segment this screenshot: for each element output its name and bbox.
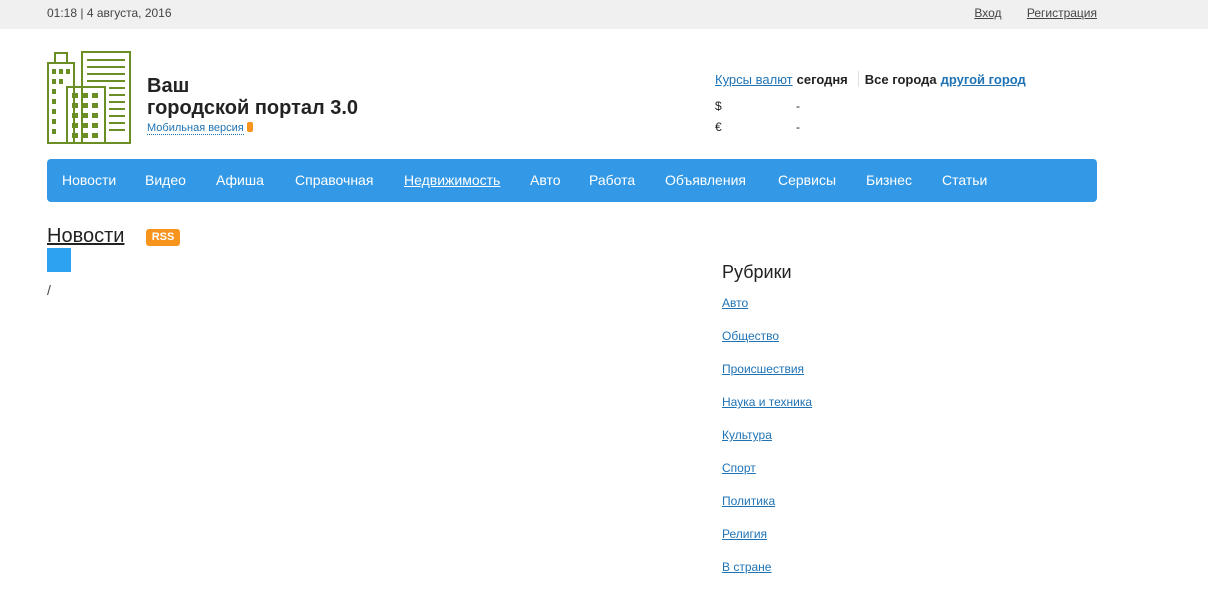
- eur-value: -: [796, 120, 800, 134]
- rss-badge[interactable]: RSS: [146, 229, 180, 246]
- rates-header: Курсы валют сегодня Все города другой город: [715, 71, 1115, 87]
- site-title-line2: городской портал 3.0: [147, 97, 359, 119]
- rates-today-label: сегодня: [796, 72, 848, 87]
- login-link[interactable]: Вход: [974, 6, 1001, 20]
- nav-item-video[interactable]: Видео: [145, 172, 186, 188]
- rubric-link-incidents[interactable]: Происшествия: [722, 362, 804, 376]
- current-datetime: 01:18 | 4 августа, 2016: [47, 6, 172, 20]
- mobile-version-link[interactable]: Мобильная версия: [147, 122, 244, 135]
- rubric-link-sport[interactable]: Спорт: [722, 461, 756, 475]
- main-nav: Новости Видео Афиша Справочная Недвижимо…: [47, 159, 1097, 202]
- rubric-link-religion[interactable]: Религия: [722, 527, 767, 541]
- rubric-link-politics[interactable]: Политика: [722, 494, 775, 508]
- nav-item-jobs[interactable]: Работа: [589, 172, 635, 188]
- rubric-link-culture[interactable]: Культура: [722, 428, 772, 442]
- rubric-link-science[interactable]: Наука и техника: [722, 395, 812, 409]
- top-bar: 01:18 | 4 августа, 2016 Вход Регистрация: [0, 0, 1208, 29]
- news-flag-icon: [47, 248, 71, 272]
- breadcrumb-separator: /: [47, 282, 51, 298]
- rubrics-sidebar: Рубрики Авто Общество Происшествия Наука…: [722, 262, 812, 574]
- news-heading-link[interactable]: Новости: [47, 225, 124, 248]
- nav-item-realty[interactable]: Недвижимость: [404, 172, 500, 188]
- nav-item-news[interactable]: Новости: [62, 172, 116, 188]
- all-cities-label: Все города: [864, 72, 937, 87]
- mobile-version: Мобильная версия: [147, 122, 253, 135]
- currency-rates: Курсы валют сегодня Все города другой город…: [715, 71, 1115, 134]
- usd-symbol: $: [715, 99, 722, 113]
- other-city-link[interactable]: другой город: [941, 72, 1026, 87]
- rubric-link-auto[interactable]: Авто: [722, 296, 748, 310]
- city-buildings-icon[interactable]: [47, 49, 133, 145]
- nav-item-auto[interactable]: Авто: [530, 172, 561, 188]
- rubrics-title: Рубрики: [722, 262, 792, 282]
- site-title[interactable]: Ваш городской портал 3.0: [147, 75, 358, 119]
- auth-links: Вход Регистрация: [952, 6, 1097, 20]
- eur-rate-row: € -: [715, 120, 800, 134]
- currency-rates-link[interactable]: Курсы валют: [715, 72, 793, 87]
- nav-item-afisha[interactable]: Афиша: [216, 172, 264, 188]
- divider: [857, 71, 859, 87]
- nav-item-business[interactable]: Бизнес: [866, 172, 912, 188]
- register-link[interactable]: Регистрация: [1027, 6, 1097, 20]
- usd-value: -: [796, 99, 800, 113]
- nav-item-articles[interactable]: Статьи: [942, 172, 987, 188]
- nav-item-directory[interactable]: Справочная: [295, 172, 373, 188]
- usd-rate-row: $ -: [715, 99, 800, 113]
- eur-symbol: €: [715, 120, 722, 134]
- rubric-link-society[interactable]: Общество: [722, 329, 779, 343]
- nav-item-services[interactable]: Сервисы: [778, 172, 836, 188]
- site-title-line1: Ваш: [147, 75, 190, 97]
- phone-icon: [246, 122, 253, 132]
- rubric-link-country[interactable]: В стране: [722, 560, 771, 574]
- nav-item-ads[interactable]: Объявления: [665, 172, 746, 188]
